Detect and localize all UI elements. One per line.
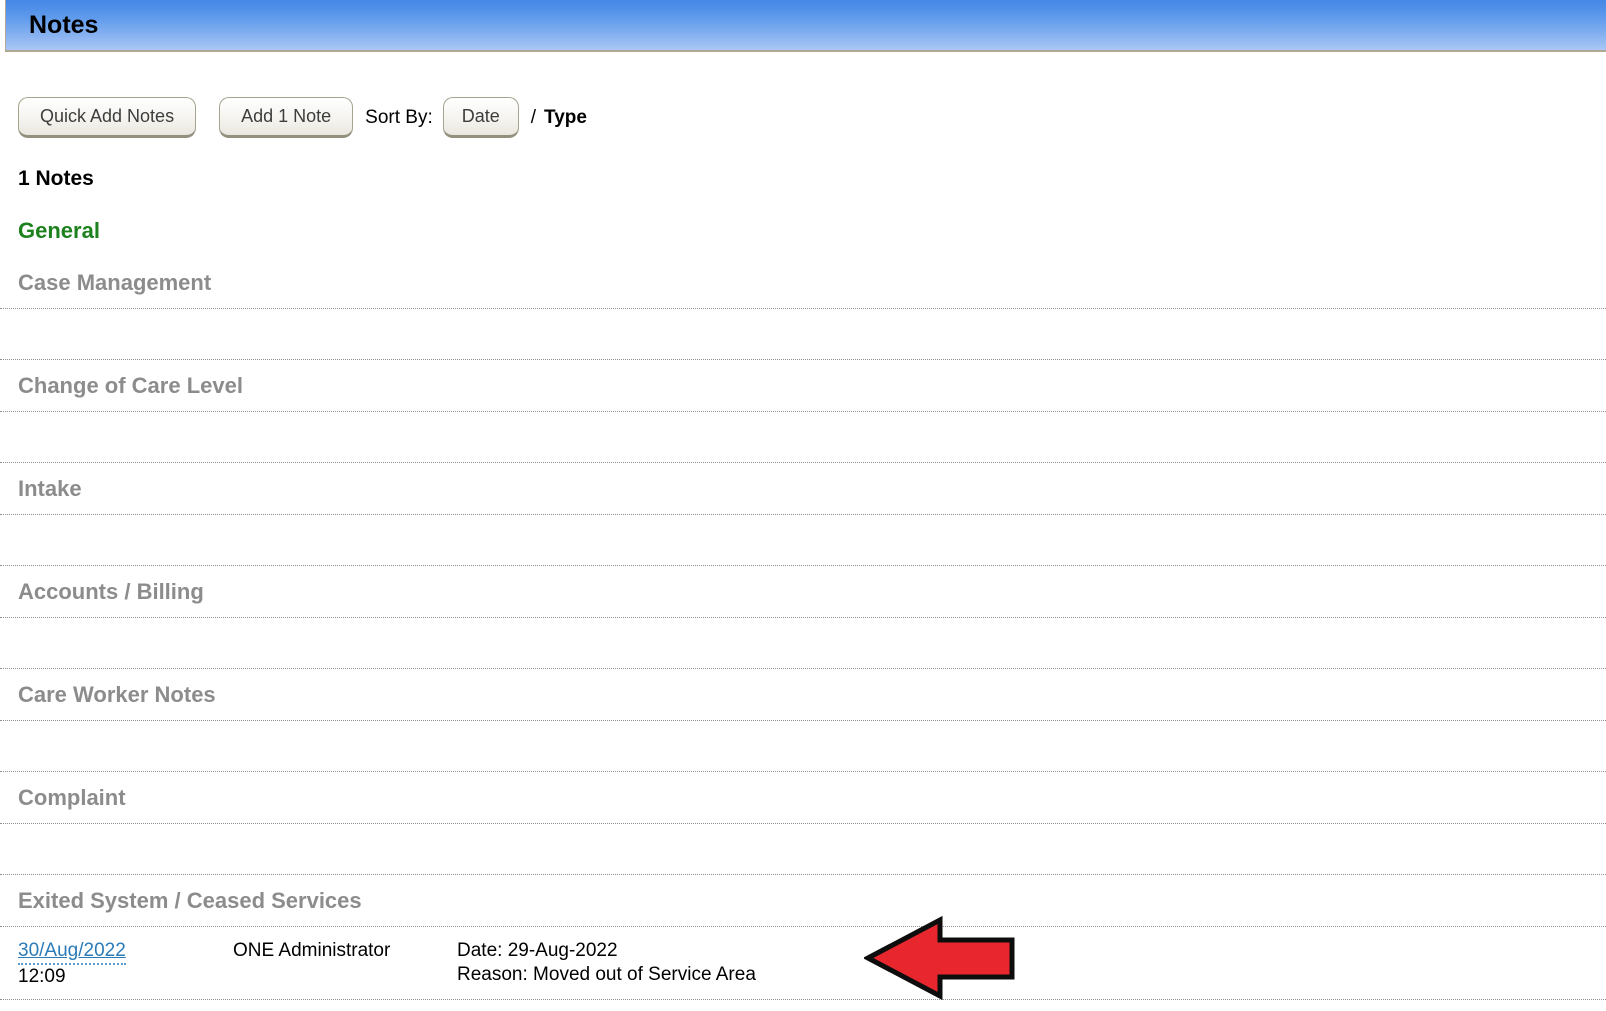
note-time: 12:09 xyxy=(18,966,66,987)
category-section-exited-system: Exited System / Ceased Services 30/Aug/2… xyxy=(0,875,1606,1000)
sort-by-date-button[interactable]: Date xyxy=(442,97,519,138)
page-title: Notes xyxy=(29,10,99,39)
category-notes-area xyxy=(0,309,1606,360)
note-author: ONE Administrator xyxy=(233,940,391,961)
category-list: Case Management Change of Care Level Int… xyxy=(0,257,1606,1000)
category-section-care-worker-notes: Care Worker Notes xyxy=(0,669,1606,772)
quick-add-notes-button[interactable]: Quick Add Notes xyxy=(18,97,197,138)
sort-separator: / xyxy=(530,106,537,128)
toolbar: Quick Add Notes Add 1 Note Sort By: Date… xyxy=(18,97,1606,138)
notes-page: Notes Quick Add Notes Add 1 Note Sort By… xyxy=(0,0,1606,1001)
note-date-link[interactable]: 30/Aug/2022 xyxy=(18,939,126,965)
category-notes-area xyxy=(0,515,1606,566)
add-note-button[interactable]: Add 1 Note xyxy=(219,97,354,138)
category-section-change-of-care-level: Change of Care Level xyxy=(0,360,1606,463)
note-detail: Date: 29-Aug-2022 Reason: Moved out of S… xyxy=(457,939,1606,989)
category-section-case-management: Case Management xyxy=(0,257,1606,360)
category-section-intake: Intake xyxy=(0,463,1606,566)
category-heading: Change of Care Level xyxy=(0,360,1606,412)
category-heading: Care Worker Notes xyxy=(0,669,1606,721)
category-notes-area xyxy=(0,824,1606,875)
category-notes-area xyxy=(0,721,1606,772)
page-header: Notes xyxy=(5,0,1606,52)
sort-by-type-label[interactable]: Type xyxy=(544,107,587,129)
note-detail-date: Date: 29-Aug-2022 xyxy=(457,940,618,961)
note-row: 30/Aug/2022 12:09 ONE Administrator Date… xyxy=(0,927,1606,1000)
category-heading: Intake xyxy=(0,463,1606,515)
category-heading: Case Management xyxy=(0,257,1606,309)
notes-count: 1 Notes xyxy=(18,167,94,190)
red-arrow-icon xyxy=(864,915,1015,1001)
category-notes-area xyxy=(0,412,1606,463)
category-heading: Exited System / Ceased Services xyxy=(0,875,1606,927)
category-section-accounts-billing: Accounts / Billing xyxy=(0,566,1606,669)
category-notes-area xyxy=(0,618,1606,669)
category-heading: Complaint xyxy=(0,772,1606,824)
note-when: 30/Aug/2022 12:09 xyxy=(18,939,233,989)
category-section-complaint: Complaint xyxy=(0,772,1606,875)
sort-by-label: Sort By: xyxy=(365,106,433,128)
note-detail-reason: Reason: Moved out of Service Area xyxy=(457,964,756,985)
category-heading-general: General xyxy=(18,218,100,243)
category-heading: Accounts / Billing xyxy=(0,566,1606,618)
